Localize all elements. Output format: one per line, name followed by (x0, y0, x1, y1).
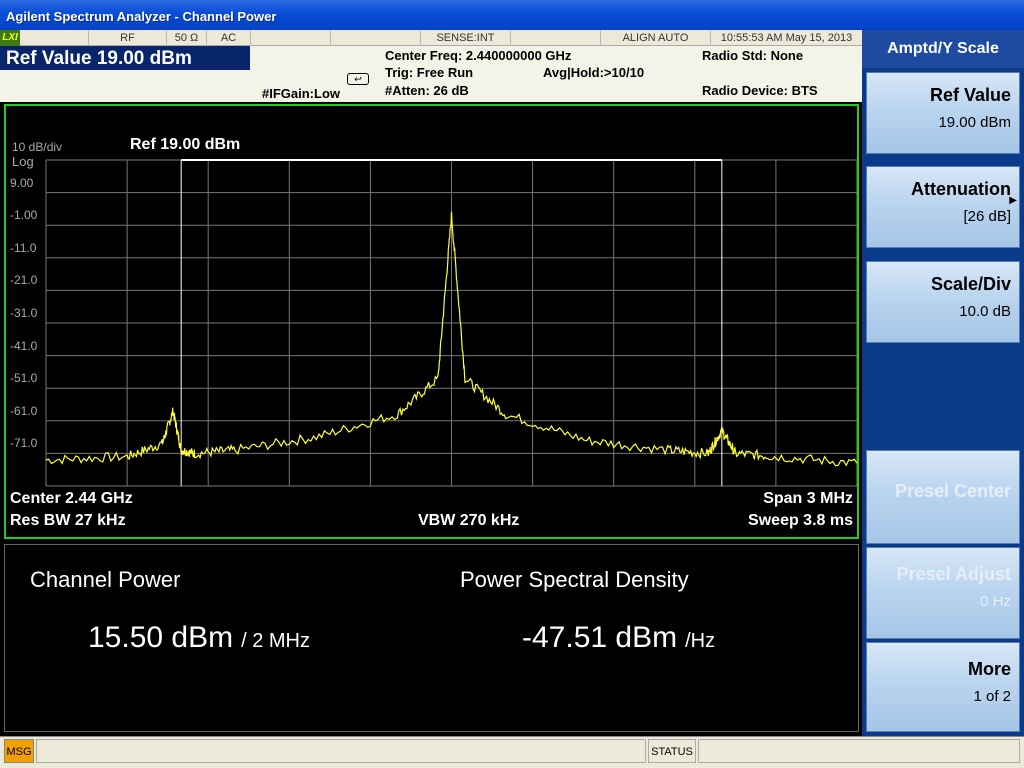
status-cell-empty (250, 30, 330, 46)
more-softkey[interactable]: More 1 of 2 (866, 642, 1020, 732)
attenuation-softkey[interactable]: Attenuation [26 dB] ▶ (866, 166, 1020, 248)
window-title-bar: Agilent Spectrum Analyzer - Channel Powe… (0, 0, 1024, 30)
bottom-status-bar: MSG STATUS (0, 736, 1024, 768)
status-cell-empty-3 (510, 30, 600, 46)
spectrum-graph[interactable]: 10 dB/div Log Ref 19.00 dBm 9.00 -1.00 -11… (4, 104, 859, 539)
y-tick-label: -11.0 (10, 240, 37, 255)
rf-indicator: RF (88, 30, 166, 46)
instrument-display: LXI RF 50 Ω AC SENSE:INT ALIGN AUTO 10:5… (0, 30, 862, 736)
center-label: Center 2.44 GHz (10, 490, 133, 507)
psd-readout: -47.51 dBm/Hz (522, 621, 715, 655)
softkey-label: Presel Adjust (896, 564, 1011, 584)
y-tick-label: -51.0 (10, 371, 38, 386)
avg-hold-readout: Avg|Hold:>10/10 (543, 65, 645, 80)
impedance-indicator: 50 Ω (166, 30, 206, 46)
ref-value-readout: Ref Value 19.00 dBm (0, 46, 250, 70)
center-freq-readout: Center Freq: 2.440000000 GHz (385, 48, 572, 63)
ifgain-readout: #IFGain:Low (262, 86, 340, 101)
sweep-label: Sweep 3.8 ms (748, 512, 853, 529)
softkey-value: 1 of 2 (973, 688, 1011, 705)
trigger-icon: ↩ (347, 73, 369, 85)
log-label: Log (12, 154, 34, 169)
results-panel: Channel Power 15.50 dBm / 2 MHz Power Spe… (4, 544, 859, 732)
atten-readout: #Atten: 26 dB (385, 83, 469, 98)
channel-power-unit: / 2 MHz (241, 630, 310, 652)
y-tick-label: -1.00 (10, 208, 38, 223)
y-tick-label: -41.0 (10, 338, 38, 353)
channel-power-value: 15.50 dBm (88, 621, 234, 654)
measurement-header: Ref Value 19.00 dBm ↩ #IFGain:Low Center… (0, 46, 862, 102)
radio-std-readout: Radio Std: None (702, 48, 804, 63)
softkey-panel: Amptd/Y Scale Ref Value 19.00 dBm Attenu… (862, 30, 1024, 736)
softkey-value: 10.0 dB (959, 303, 1011, 320)
window-title: Agilent Spectrum Analyzer - Channel Powe… (6, 9, 277, 24)
y-tick-label: 9.00 (10, 175, 34, 190)
softkey-value: 0 Hz (980, 593, 1011, 610)
span-label: Span 3 MHz (763, 490, 853, 507)
softkey-label: More (967, 659, 1011, 679)
ref-label: Ref 19.00 dBm (130, 136, 241, 153)
spectrum-plot (45, 159, 857, 487)
y-tick-label: -31.0 (10, 306, 38, 320)
channel-power-readout: 15.50 dBm / 2 MHz (88, 621, 310, 655)
softkey-label: Ref Value (929, 85, 1011, 105)
y-tick-label: -61.0 (10, 403, 38, 418)
softkey-label: Attenuation (911, 179, 1011, 199)
status-cell-empty-2 (330, 30, 420, 46)
psd-unit: /Hz (685, 630, 716, 652)
scale-label: 10 dB/div (12, 140, 63, 154)
y-tick-label: -71.0 (10, 436, 38, 451)
channel-power-label: Channel Power (30, 567, 181, 592)
msg-button[interactable]: MSG (4, 739, 34, 763)
coupling-indicator: AC (206, 30, 250, 46)
softkey-label: Presel Center (894, 481, 1011, 501)
softkey-value: 19.00 dBm (938, 114, 1011, 131)
message-field (36, 739, 646, 763)
sense-indicator: SENSE:INT (420, 30, 510, 46)
submenu-arrow-icon: ▶ (1009, 195, 1017, 206)
align-indicator: ALIGN AUTO (600, 30, 710, 46)
trig-readout: Trig: Free Run (385, 65, 474, 80)
datetime: 10:55:53 AM May 15, 2013 (710, 30, 862, 46)
psd-label: Power Spectral Density (460, 567, 689, 592)
status-button[interactable]: STATUS (648, 739, 696, 763)
softkey-value: [26 dB] (963, 208, 1011, 225)
y-tick-label: -21.0 (10, 273, 38, 288)
presel-center-softkey[interactable]: Presel Center (866, 450, 1020, 544)
psd-value: -47.51 dBm (522, 621, 678, 654)
status-row: LXI RF 50 Ω AC SENSE:INT ALIGN AUTO 10:5… (0, 30, 862, 46)
softkey-label: Scale/Div (930, 274, 1011, 294)
res-bw-label: Res BW 27 kHz (10, 512, 126, 529)
vbw-label: VBW 270 kHz (418, 512, 520, 529)
softkey-blank (866, 355, 1020, 445)
softkey-menu-title: Amptd/Y Scale (862, 30, 1024, 68)
presel-adjust-softkey[interactable]: Presel Adjust 0 Hz (866, 547, 1020, 639)
lxi-icon: LXI (0, 30, 20, 46)
scale-div-softkey[interactable]: Scale/Div 10.0 dB (866, 261, 1020, 343)
ref-value-softkey[interactable]: Ref Value 19.00 dBm (866, 72, 1020, 154)
radio-device-readout: Radio Device: BTS (702, 83, 818, 98)
status-field (698, 739, 1020, 763)
